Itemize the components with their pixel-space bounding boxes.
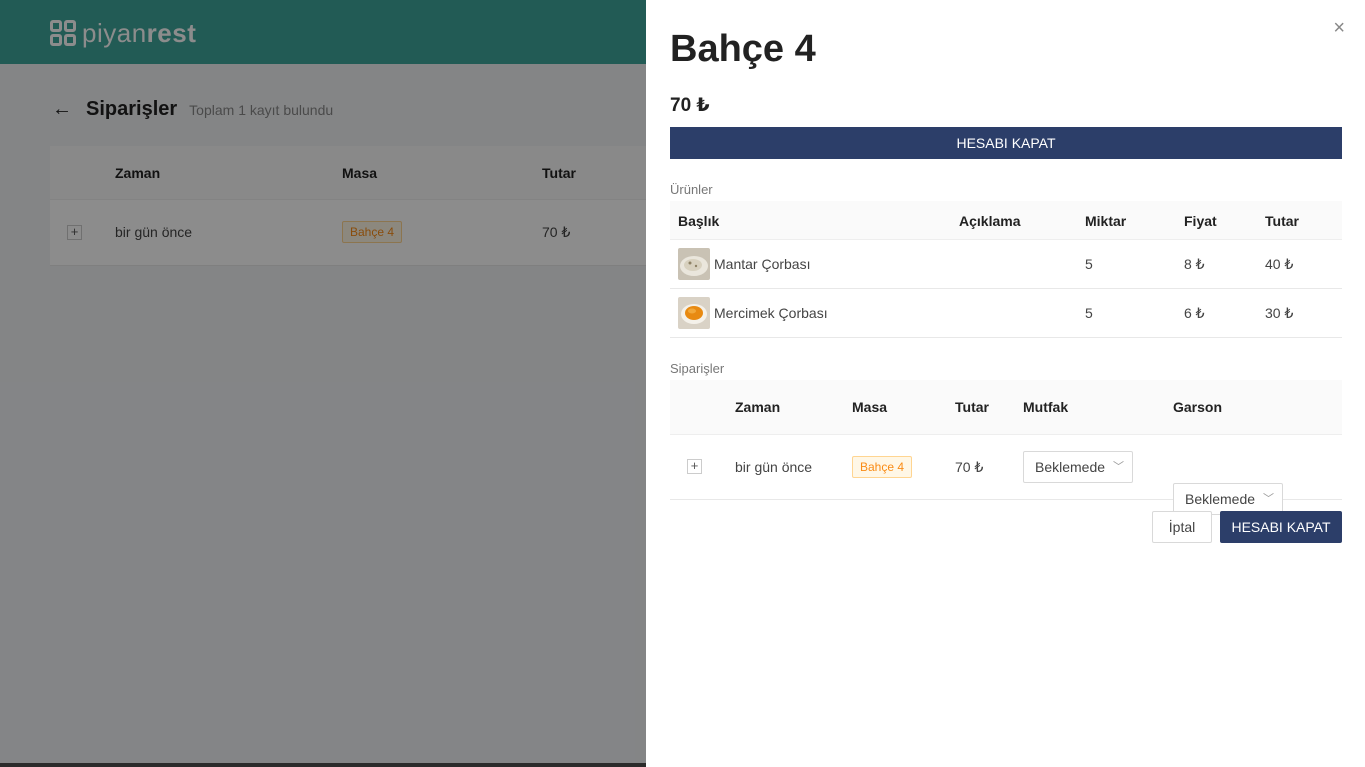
footer-close-account-button[interactable]: HESABI KAPAT	[1220, 511, 1342, 543]
chevron-down-icon: ﹀	[1263, 493, 1274, 505]
row-time: bir gün önce	[735, 459, 813, 475]
orders-section-label: Siparişler	[670, 361, 725, 376]
kitchen-status-select[interactable]: Beklemede ﹀	[1023, 451, 1133, 483]
cancel-button[interactable]: İptal	[1152, 511, 1212, 543]
column-header-waiter: Garson	[1173, 399, 1223, 415]
waiter-status-value: Beklemede	[1185, 491, 1256, 507]
column-header-total: Tutar	[1265, 213, 1299, 229]
table-row: + bir gün önce Bahçe 4 70 ₺ Beklemede ﹀ …	[670, 435, 1342, 515]
product-quantity: 5	[1085, 305, 1093, 321]
drawer-total: 70 ₺	[670, 95, 710, 116]
column-header-time: Zaman	[735, 399, 781, 415]
products-section-label: Ürünler	[670, 182, 713, 197]
product-image	[678, 297, 710, 329]
table-row: Mercimek Çorbası 5 6 ₺ 30 ₺	[670, 289, 1342, 338]
column-header-amount: Tutar	[955, 399, 989, 415]
product-total: 40 ₺	[1265, 256, 1294, 272]
bottom-edge	[0, 763, 646, 767]
column-header-title: Başlık	[678, 213, 720, 229]
table-tag: Bahçe 4	[852, 456, 913, 478]
product-total: 30 ₺	[1265, 305, 1294, 321]
product-title: Mantar Çorbası	[714, 256, 811, 272]
products-table-header: Başlık Açıklama Miktar Fiyat Tutar	[670, 201, 1342, 240]
column-header-quantity: Miktar	[1085, 213, 1127, 229]
column-header-price: Fiyat	[1184, 213, 1217, 229]
product-title: Mercimek Çorbası	[714, 305, 828, 321]
close-account-button[interactable]: HESABI KAPAT	[670, 127, 1342, 159]
column-header-description: Açıklama	[959, 213, 1021, 229]
product-price: 6 ₺	[1184, 305, 1205, 321]
products-table: Başlık Açıklama Miktar Fiyat Tutar Manta…	[670, 201, 1342, 338]
row-amount: 70 ₺	[955, 459, 984, 475]
table-row: Mantar Çorbası 5 8 ₺ 40 ₺	[670, 240, 1342, 289]
column-header-table: Masa	[852, 399, 888, 415]
product-image	[678, 248, 710, 280]
chevron-down-icon: ﹀	[1113, 461, 1124, 473]
plus-icon[interactable]: +	[687, 459, 702, 474]
product-price: 8 ₺	[1184, 256, 1205, 272]
drawer-orders-table: Zaman Masa Tutar Mutfak Garson + bir gün…	[670, 380, 1342, 515]
product-quantity: 5	[1085, 256, 1093, 272]
order-drawer: × Bahçe 4 70 ₺ HESABI KAPAT Ürünler Başl…	[646, 0, 1365, 767]
column-header-kitchen: Mutfak	[1023, 399, 1069, 415]
close-icon[interactable]: ×	[1333, 18, 1345, 38]
orders-table-header: Zaman Masa Tutar Mutfak Garson	[670, 380, 1342, 435]
drawer-title: Bahçe 4	[670, 28, 816, 70]
kitchen-status-value: Beklemede	[1035, 459, 1106, 475]
